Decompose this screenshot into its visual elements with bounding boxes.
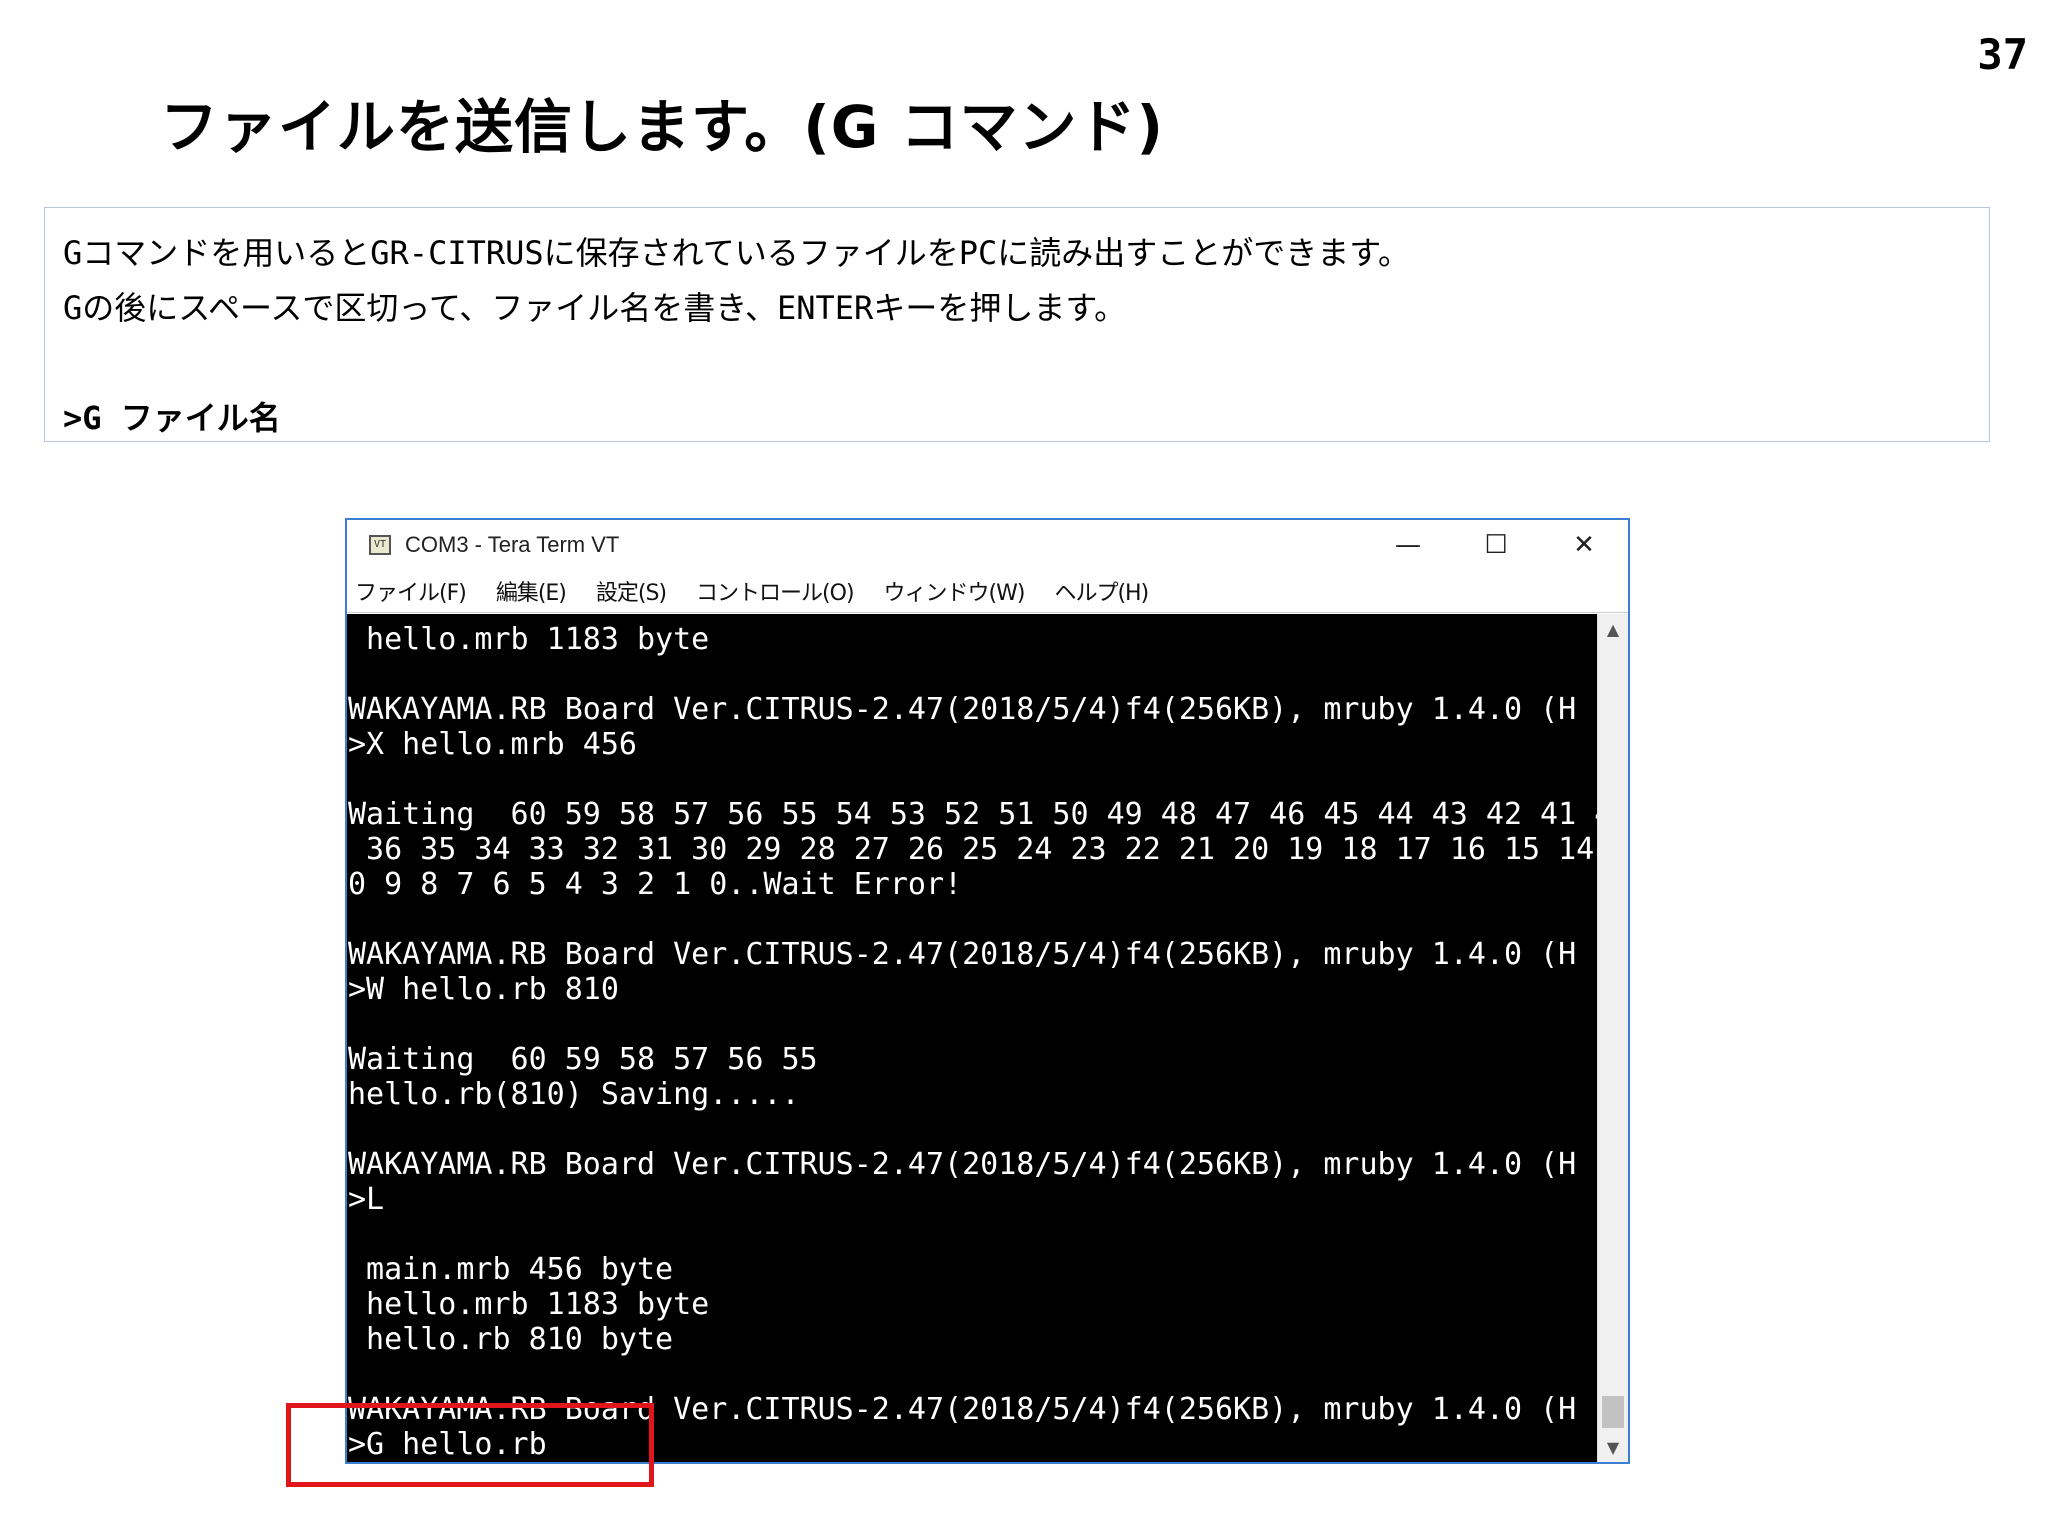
info-line-2: Gの後にスペースで区切って、ファイル名を書き、ENTERキーを押します。 [63,289,1127,327]
window-controls: — ☐ ✕ [1364,520,1628,570]
menu-setup[interactable]: 設定(S) [596,575,667,607]
scroll-up-arrow-icon[interactable]: ▲ [1598,614,1628,644]
terminal-line: WAKAYAMA.RB Board Ver.CITRUS-2.47(2018/5… [348,937,1598,972]
terminal-line: hello.mrb 1183 byte [348,622,710,657]
scroll-down-arrow-icon[interactable]: ▼ [1598,1432,1628,1462]
terminal-line: 0 9 8 7 6 5 4 3 2 1 0..Wait Error! [348,867,963,902]
terminal-line: >L [348,1182,385,1217]
terminal-output[interactable]: hello.mrb 1183 byte WAKAYAMA.RB Board Ver… [347,614,1598,1462]
menu-control[interactable]: コントロール(O) [696,575,854,607]
menu-help[interactable]: ヘルプ(H) [1054,575,1149,607]
terminal-line: Waiting 60 59 58 57 56 55 54 53 52 51 50… [348,797,1598,832]
terminal-line: hello.mrb 1183 byte [348,1287,710,1322]
menu-edit[interactable]: 編集(E) [496,575,567,607]
terminal-line: >W hello.rb 810 [348,972,619,1007]
terminal-line: hello.rb 810 byte [348,1322,674,1357]
slide-title: ファイルを送信します。(G コマンド) [160,93,1165,161]
terminal-line: >X hello.mrb 456 [348,727,637,762]
info-box: Gコマンドを用いるとGR-CITRUSに保存されているファイルをPCに読み出すこ… [44,207,1990,442]
terminal-line: WAKAYAMA.RB Board Ver.CITRUS-2.47(2018/5… [348,1147,1598,1182]
info-line-1: Gコマンドを用いるとGR-CITRUSに保存されているファイルをPCに読み出すこ… [63,234,1411,272]
terminal-line: 36 35 34 33 32 31 30 29 28 27 26 25 24 2… [366,832,1595,867]
teraterm-window: VT COM3 - Tera Term VT — ☐ ✕ ファイル(F) 編集(… [345,518,1630,1464]
terminal-line: hello.rb(810) Saving..... [348,1077,800,1112]
terminal-line: main.mrb 456 byte [348,1252,674,1287]
menu-window[interactable]: ウィンドウ(W) [884,575,1026,607]
maximize-button[interactable]: ☐ [1452,520,1540,570]
terminal-line: WAKAYAMA.RB Board Ver.CITRUS-2.47(2018/5… [348,692,1598,727]
terminal-line: Waiting 60 59 58 57 56 55 [348,1042,818,1077]
menu-file[interactable]: ファイル(F) [355,575,467,607]
highlight-box [286,1403,654,1487]
close-button[interactable]: ✕ [1540,520,1628,570]
minimize-button[interactable]: — [1364,520,1452,570]
title-bar[interactable]: VT COM3 - Tera Term VT — ☐ ✕ [347,520,1628,570]
teraterm-app-icon[interactable]: VT [369,535,391,555]
vertical-scrollbar[interactable]: ▲ ▼ [1597,614,1628,1462]
menu-bar: ファイル(F) 編集(E) 設定(S) コントロール(O) ウィンドウ(W) ヘ… [347,570,1628,613]
scrollbar-thumb[interactable] [1602,1396,1624,1428]
window-title: COM3 - Tera Term VT [405,532,620,557]
command-syntax: >G ファイル名 [63,399,281,437]
page-number: 37 [1977,30,2028,79]
